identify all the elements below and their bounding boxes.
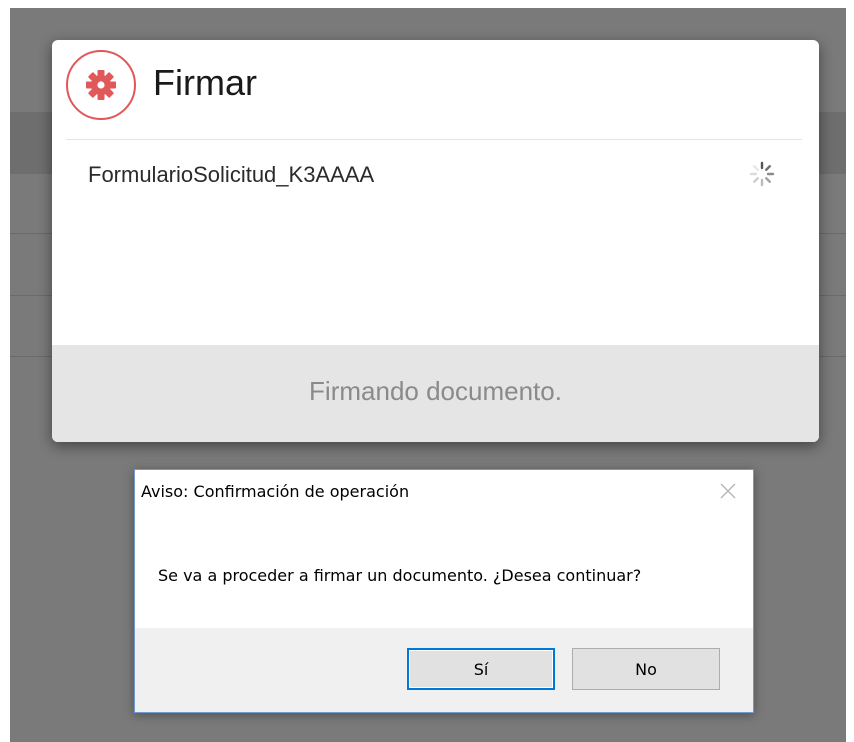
no-button[interactable]: No — [572, 648, 720, 690]
document-name: FormularioSolicitud_K3AAAA — [88, 162, 375, 187]
close-icon[interactable] — [717, 480, 739, 502]
sign-modal-header: Firmar — [52, 40, 819, 140]
yes-button[interactable]: Sí — [407, 648, 555, 690]
gear-icon — [66, 50, 136, 120]
sign-modal: Firmar FormularioSolicitud_K3AAAA Firman… — [52, 40, 819, 442]
dialog-message: Se va a proceder a firmar un documento. … — [158, 566, 642, 585]
sign-modal-title: Firmar — [153, 62, 257, 103]
screen: Firmar FormularioSolicitud_K3AAAA Firman… — [0, 0, 854, 742]
sign-modal-footer: Firmando documento. — [52, 345, 819, 442]
header-divider — [66, 139, 802, 140]
loading-spinner-icon — [749, 161, 775, 187]
confirm-dialog: Aviso: Confirmación de operación Se va a… — [134, 469, 754, 713]
dialog-button-bar: Sí No — [135, 628, 753, 712]
dialog-title: Aviso: Confirmación de operación — [141, 482, 410, 501]
status-text: Firmando documento. — [309, 376, 562, 406]
